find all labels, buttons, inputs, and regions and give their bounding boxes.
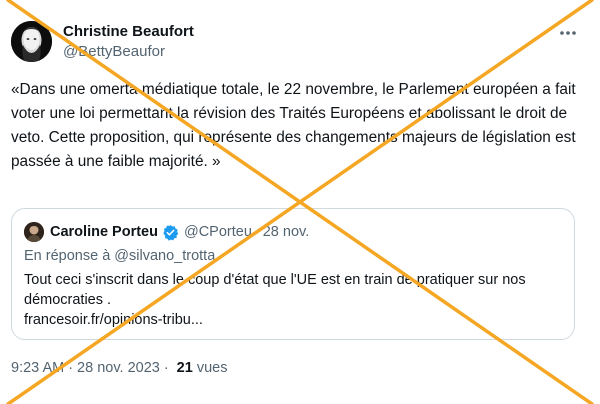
quote-author-handle: @CPorteu [183,224,252,240]
quote-date: 28 nov. [262,224,310,240]
meta-separator-views: · [163,360,169,376]
reply-mention-link[interactable]: @silvano_trotta [114,248,215,264]
quote-header: Caroline Porteu @CPorteu · 28 nov. [50,222,309,242]
quoted-tweet[interactable]: Caroline Porteu @CPorteu · 28 nov. En ré… [11,208,575,340]
more-options-button[interactable] [556,22,580,42]
views-label: vues [196,360,228,376]
author-handle[interactable]: @BettyBeaufor [63,43,165,61]
views-count: 21 [176,360,193,376]
reply-context: En réponse à @silvano_trotta [24,246,215,266]
tweet-meta: 9:23 AM · 28 nov. 2023 · 21 vues [11,358,227,378]
meta-separator: · [68,360,74,376]
reply-prefix: En réponse à [24,248,111,264]
author-name[interactable]: Christine Beaufort [63,23,194,41]
author-avatar[interactable] [11,21,52,62]
tweet-time[interactable]: 9:23 AM [11,360,64,376]
more-horizontal-icon [559,23,577,41]
quote-link[interactable]: francesoir.fr/opinions-tribu... [24,310,203,330]
quote-author-name: Caroline Porteu [50,224,158,240]
verified-badge-icon [162,224,179,241]
quote-separator: · [254,224,260,240]
tweet-text: «Dans une omerta médiatique totale, le 2… [11,81,576,170]
tweet-date[interactable]: 28 nov. 2023 [77,360,160,376]
quote-author-avatar [24,222,44,242]
quote-text: Tout ceci s'inscrit dans le coup d'état … [24,272,526,308]
